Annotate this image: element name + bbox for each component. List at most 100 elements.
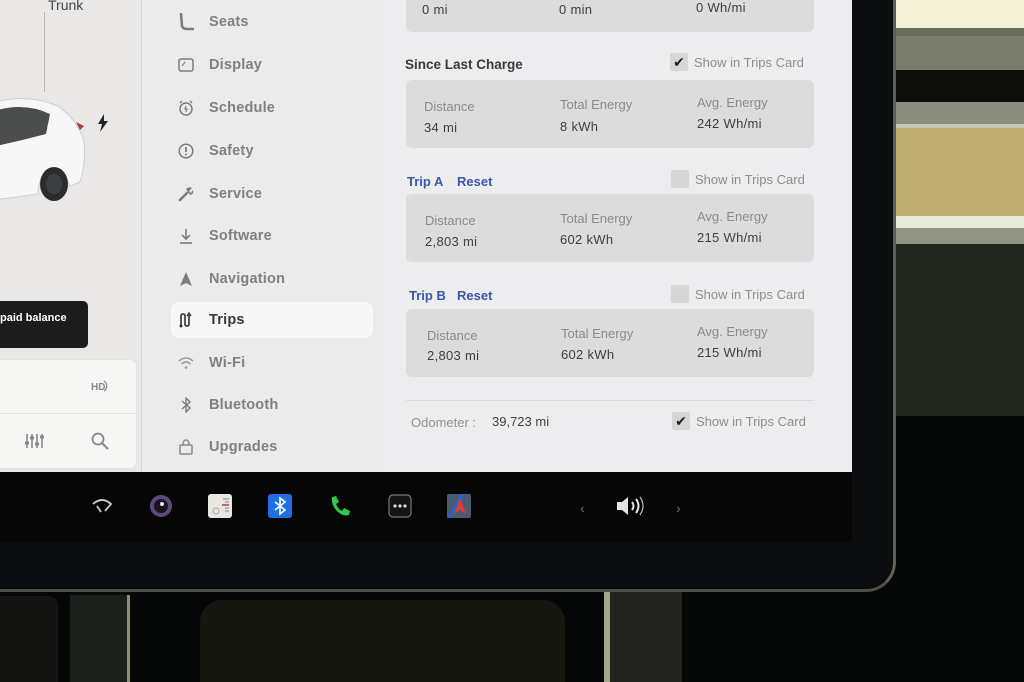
search-icon[interactable] [91, 432, 109, 450]
since-last-charge-show-toggle[interactable]: ✔ Show in Trips Card [670, 53, 804, 71]
touchscreen: Trunk paid balance HD Seats Display Sche… [0, 0, 852, 472]
center-console [200, 600, 565, 682]
display-icon [177, 56, 195, 74]
stat-value: 602 kWh [561, 347, 615, 362]
stat-value: 2,803 mi [427, 348, 480, 363]
since-last-charge-card: Distance 34 mi Total Energy 8 kWh Avg. E… [406, 80, 814, 148]
sidebar-item-label: Schedule [209, 100, 276, 116]
checkbox-checked[interactable]: ✔ [672, 412, 690, 430]
navigation-app-icon[interactable] [447, 494, 471, 518]
phone-icon[interactable] [328, 494, 352, 518]
stat-label: Avg. Energy [697, 324, 768, 339]
energy-app-icon[interactable] [208, 494, 232, 518]
wifi-icon [177, 354, 195, 372]
hd-radio-icon[interactable]: HD [91, 378, 109, 394]
volume-icon[interactable] [614, 494, 646, 518]
media-divider [0, 413, 136, 414]
camera-icon[interactable] [149, 494, 173, 518]
trip-route-icon [177, 311, 195, 329]
equalizer-icon[interactable] [24, 432, 44, 450]
trip-a-card: Distance 2,803 mi Total Energy 602 kWh A… [406, 194, 814, 262]
settings-sidebar: Seats Display Schedule Safety Service So… [143, 0, 383, 472]
sidebar-item-label: Trips [209, 312, 245, 328]
sidebar-item-trips[interactable]: Trips [171, 302, 373, 338]
checkbox-unchecked[interactable] [671, 285, 689, 303]
wiper-icon[interactable] [90, 494, 114, 518]
trip-b-reset-button[interactable]: Reset [457, 288, 492, 303]
since-last-charge-title: Since Last Charge [405, 57, 523, 72]
sidebar-item-label: Wi-Fi [209, 355, 246, 371]
sidebar-item-label: Service [209, 186, 262, 202]
sidebar-item-safety[interactable]: Safety [171, 133, 373, 169]
shopping-bag-icon [177, 438, 195, 456]
sidebar-item-label: Safety [209, 143, 254, 159]
current-drive-card: 0 mi 0 min 0 Wh/mi [406, 0, 814, 32]
trip-b-show-toggle[interactable]: Show in Trips Card [671, 285, 805, 303]
divider [406, 400, 814, 401]
sidebar-item-label: Upgrades [209, 439, 278, 455]
stat-value: 34 mi [424, 120, 458, 135]
stat-label: Avg. Energy [697, 209, 768, 224]
screen-mount [604, 592, 682, 682]
alarm-clock-icon [177, 99, 195, 117]
unpaid-balance-notice[interactable]: paid balance [0, 301, 88, 348]
trips-panel: 0 mi 0 min 0 Wh/mi Since Last Charge ✔ S… [383, 0, 852, 472]
sidebar-item-label: Display [209, 57, 262, 73]
download-arrow-icon [177, 227, 195, 245]
seat-icon [177, 13, 195, 31]
sidebar-item-upgrades[interactable]: Upgrades [171, 429, 373, 465]
sidebar-item-label: Bluetooth [209, 397, 279, 413]
volume-up-arrow[interactable]: › [676, 500, 681, 516]
stat-label: Total Energy [560, 211, 633, 226]
trunk-button[interactable]: Trunk [48, 0, 83, 13]
trip-a-show-toggle[interactable]: Show in Trips Card [671, 170, 805, 188]
trip-b-card: Distance 2,803 mi Total Energy 602 kWh A… [406, 309, 814, 377]
trip-a-title: Trip A [407, 174, 444, 189]
sidebar-item-bluetooth[interactable]: Bluetooth [171, 387, 373, 423]
stat-label: Total Energy [561, 326, 634, 341]
car-image [0, 98, 85, 201]
sidebar-item-service[interactable]: Service [171, 176, 373, 212]
car-panel: Trunk paid balance HD [0, 0, 142, 472]
stat-label: Distance [427, 328, 478, 343]
current-drive-duration: 0 min [559, 2, 593, 17]
pedal [0, 596, 58, 682]
svg-text:HD: HD [91, 382, 105, 393]
volume-down-arrow[interactable]: ‹ [580, 500, 585, 516]
show-in-trips-card-label: Show in Trips Card [696, 413, 806, 429]
taskbar: ‹ › [0, 472, 852, 542]
odometer-show-toggle[interactable]: ✔ Show in Trips Card [672, 412, 806, 430]
stat-value: 8 kWh [560, 119, 599, 134]
background-dashboard [893, 0, 1024, 682]
stat-label: Distance [425, 213, 476, 228]
bluetooth-app-icon[interactable] [268, 494, 292, 518]
stat-value: 215 Wh/mi [697, 230, 762, 245]
bluetooth-icon [177, 396, 195, 414]
current-drive-distance: 0 mi [422, 2, 448, 17]
sidebar-item-software[interactable]: Software [171, 218, 373, 254]
sidebar-item-label: Seats [209, 14, 249, 30]
sidebar-item-seats[interactable]: Seats [171, 4, 373, 40]
wrench-icon [177, 185, 195, 203]
show-in-trips-card-label: Show in Trips Card [695, 171, 805, 187]
sidebar-item-schedule[interactable]: Schedule [171, 90, 373, 126]
sidebar-item-wifi[interactable]: Wi-Fi [171, 345, 373, 381]
stat-label: Total Energy [560, 97, 633, 112]
steering-column [70, 595, 130, 682]
media-player-card: HD [0, 360, 136, 468]
stat-value: 242 Wh/mi [697, 116, 762, 131]
navigation-arrow-icon [177, 270, 195, 288]
trip-b-title: Trip B [409, 288, 446, 303]
checkbox-checked[interactable]: ✔ [670, 53, 688, 71]
trip-a-reset-button[interactable]: Reset [457, 174, 492, 189]
alert-circle-icon [177, 142, 195, 160]
stat-label: Distance [424, 99, 475, 114]
checkbox-unchecked[interactable] [671, 170, 689, 188]
sidebar-item-navigation[interactable]: Navigation [171, 261, 373, 297]
current-drive-avg-energy: 0 Wh/mi [696, 0, 746, 15]
sidebar-item-label: Navigation [209, 271, 286, 287]
show-in-trips-card-label: Show in Trips Card [694, 54, 804, 70]
show-in-trips-card-label: Show in Trips Card [695, 286, 805, 302]
sidebar-item-display[interactable]: Display [171, 47, 373, 83]
more-apps-icon[interactable] [388, 494, 412, 518]
